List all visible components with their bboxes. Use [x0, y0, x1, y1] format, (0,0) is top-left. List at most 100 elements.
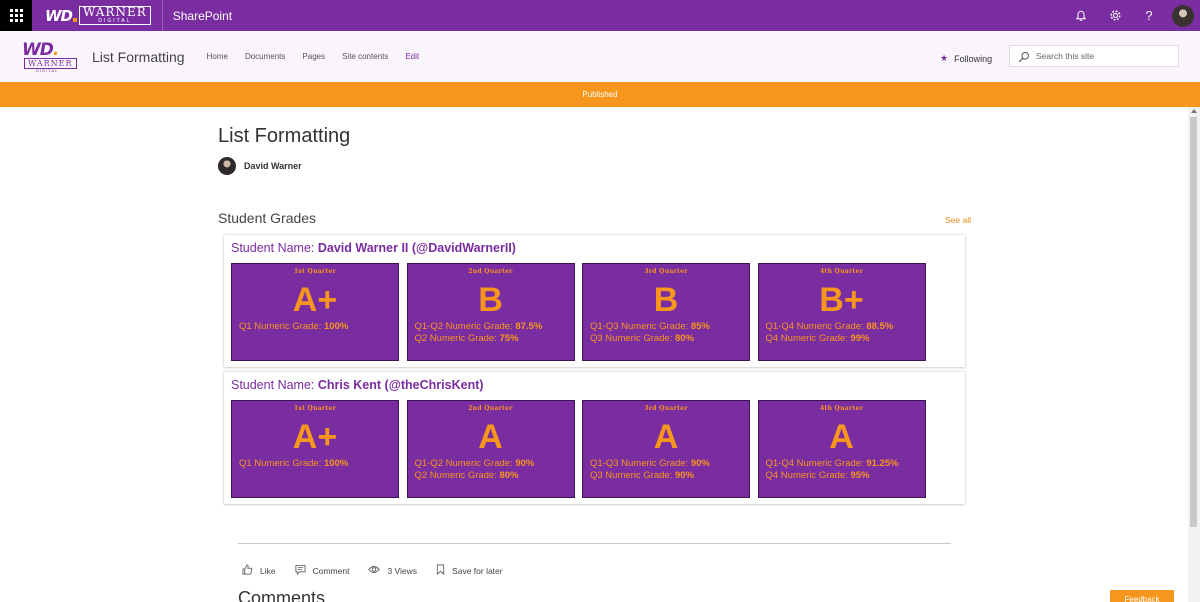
published-text: Published — [582, 90, 618, 99]
views-label: 3 Views — [387, 566, 418, 576]
quarter-label: 3rd Quarter — [644, 268, 688, 275]
content-divider — [238, 543, 951, 544]
page-scrollbar[interactable] — [1188, 107, 1200, 602]
numeric-grade-line-1: Q1 Numeric Grade: 100% — [239, 458, 349, 469]
views-count: 3 Views — [368, 564, 417, 578]
published-status-bar: Published — [0, 82, 1200, 107]
suite-logo-warner: WARNER — [83, 5, 147, 19]
letter-grade: B — [478, 281, 503, 319]
grade-tile: 2nd Quarter A Q1-Q2 Numeric Grade: 90% Q… — [406, 400, 575, 498]
numeric-grade-line-1: Q1-Q4 Numeric Grade: 91.25% — [765, 458, 899, 469]
nav-pages[interactable]: Pages — [302, 52, 325, 61]
site-logo[interactable]: WD. WARNER DIGITAL — [22, 39, 77, 73]
comments-heading: Comments — [238, 588, 326, 602]
grade-tile: 3rd Quarter A Q1-Q3 Numeric Grade: 90% Q… — [582, 400, 750, 498]
author-avatar[interactable] — [218, 157, 236, 175]
author-name[interactable]: David Warner — [244, 161, 302, 171]
bell-icon[interactable] — [1064, 0, 1098, 31]
numeric-grade-line-2: Q3 Numeric Grade: 90% — [590, 470, 695, 481]
gear-icon[interactable] — [1098, 0, 1132, 31]
quarter-label: 3rd Quarter — [644, 405, 688, 412]
numeric-grade-line-2: Q2 Numeric Grade: 75% — [414, 333, 519, 344]
search-input[interactable] — [1036, 51, 1166, 61]
page-title: List Formatting — [218, 125, 351, 147]
nav-documents[interactable]: Documents — [245, 52, 285, 61]
following-button[interactable]: ★ Following — [940, 53, 992, 64]
numeric-grade-line-2: Q4 Numeric Grade: 95% — [765, 470, 870, 481]
eye-icon — [368, 564, 381, 578]
nav-edit[interactable]: Edit — [405, 52, 419, 61]
site-logo-wd: WD. — [22, 39, 59, 60]
save-label: Save for later — [452, 566, 503, 576]
nav-home[interactable]: Home — [207, 52, 228, 61]
letter-grade: A+ — [292, 418, 338, 456]
see-all-link[interactable]: See all — [945, 215, 971, 225]
grade-tile: 2nd Quarter B Q1-Q2 Numeric Grade: 87.5%… — [406, 263, 575, 361]
save-for-later-button[interactable]: Save for later — [436, 564, 503, 578]
scroll-up-arrow-icon[interactable] — [1191, 109, 1197, 113]
numeric-grade-line-1: Q1-Q4 Numeric Grade: 88.5% — [765, 321, 894, 332]
comment-label: Comment — [312, 566, 350, 576]
letter-grade: A — [478, 418, 503, 456]
quarter-label: 2nd Quarter — [468, 405, 513, 412]
nav-site-contents[interactable]: Site contents — [342, 52, 388, 61]
author-byline[interactable]: David Warner — [218, 157, 302, 175]
feedback-button[interactable]: Feedback — [1110, 590, 1174, 602]
social-actions: Like Comment 3 Views Save for later — [242, 564, 522, 578]
user-avatar[interactable] — [1172, 4, 1194, 27]
letter-grade: A+ — [292, 281, 338, 319]
student-name: David Warner II (@DavidWarnerII) — [317, 241, 516, 255]
suite-logo-brand: WARNER DIGITAL — [79, 6, 151, 25]
student-name: Chris Kent (@theChrisKent) — [317, 378, 484, 392]
suite-bar: WD WARNER DIGITAL SharePoint ? — [0, 0, 1200, 31]
student-card[interactable]: Student Name: David Warner II (@DavidWar… — [224, 235, 965, 367]
quarter-label: 4th Quarter — [819, 268, 864, 275]
search-box[interactable] — [1009, 45, 1179, 67]
quarter-label: 4th Quarter — [819, 405, 864, 412]
letter-grade: B — [653, 281, 679, 319]
numeric-grade-line-2: Q2 Numeric Grade: 80% — [414, 470, 519, 481]
section-title: Student Grades — [218, 210, 317, 226]
student-card[interactable]: Student Name: Chris Kent (@theChrisKent)… — [224, 372, 965, 504]
like-button[interactable]: Like — [242, 564, 276, 578]
grade-tile: 4th Quarter A Q1-Q4 Numeric Grade: 91.25… — [757, 400, 926, 498]
grade-row: 1st Quarter A+ Q1 Numeric Grade: 100% 2n… — [231, 263, 933, 361]
numeric-grade-line-2: Q4 Numeric Grade: 99% — [765, 333, 870, 344]
quarter-label: 2nd Quarter — [468, 268, 513, 275]
grade-tile: 3rd Quarter B Q1-Q3 Numeric Grade: 85% Q… — [582, 263, 750, 361]
app-launcher-waffle-icon[interactable] — [0, 0, 32, 31]
suite-right: ? — [1064, 0, 1200, 31]
site-title[interactable]: List Formatting — [92, 49, 185, 65]
following-label: Following — [954, 53, 993, 64]
suite-logo[interactable]: WD WARNER DIGITAL — [45, 0, 151, 31]
student-name-label: Student Name: David Warner II (@DavidWar… — [231, 241, 516, 255]
numeric-grade-line-1: Q1-Q3 Numeric Grade: 85% — [590, 321, 710, 332]
grade-tile: 1st Quarter A+ Q1 Numeric Grade: 100% — [231, 263, 399, 361]
numeric-grade-line-1: Q1-Q2 Numeric Grade: 90% — [414, 458, 535, 469]
numeric-grade-line-2: Q3 Numeric Grade: 80% — [590, 333, 695, 344]
site-header: WD. WARNER DIGITAL List Formatting Home … — [0, 31, 1200, 82]
site-logo-digital: DIGITAL — [36, 67, 59, 73]
scroll-thumb[interactable] — [1190, 117, 1197, 527]
suite-divider — [161, 0, 163, 31]
bookmark-icon — [436, 564, 445, 578]
quarter-label: 1st Quarter — [293, 405, 337, 412]
comment-icon — [295, 564, 306, 578]
numeric-grade-line-1: Q1 Numeric Grade: 100% — [239, 321, 349, 332]
help-icon[interactable]: ? — [1132, 0, 1166, 31]
numeric-grade-line-1: Q1-Q3 Numeric Grade: 90% — [590, 458, 710, 469]
quarter-label: 1st Quarter — [293, 268, 337, 275]
thumbs-up-icon — [242, 564, 253, 578]
grade-tile: 1st Quarter A+ Q1 Numeric Grade: 100% — [231, 400, 399, 498]
numeric-grade-line-1: Q1-Q2 Numeric Grade: 87.5% — [414, 321, 543, 332]
star-icon: ★ — [940, 53, 949, 63]
letter-grade: A — [653, 418, 679, 456]
comment-button[interactable]: Comment — [295, 564, 350, 578]
letter-grade: A — [829, 418, 854, 456]
suite-app-title[interactable]: SharePoint — [173, 9, 232, 23]
grade-row: 1st Quarter A+ Q1 Numeric Grade: 100% 2n… — [231, 400, 933, 498]
grade-tile: 4th Quarter B+ Q1-Q4 Numeric Grade: 88.5… — [757, 263, 926, 361]
letter-grade: B+ — [819, 281, 864, 319]
student-name-label: Student Name: Chris Kent (@theChrisKent) — [231, 378, 484, 392]
suite-logo-wd: WD — [45, 6, 73, 25]
